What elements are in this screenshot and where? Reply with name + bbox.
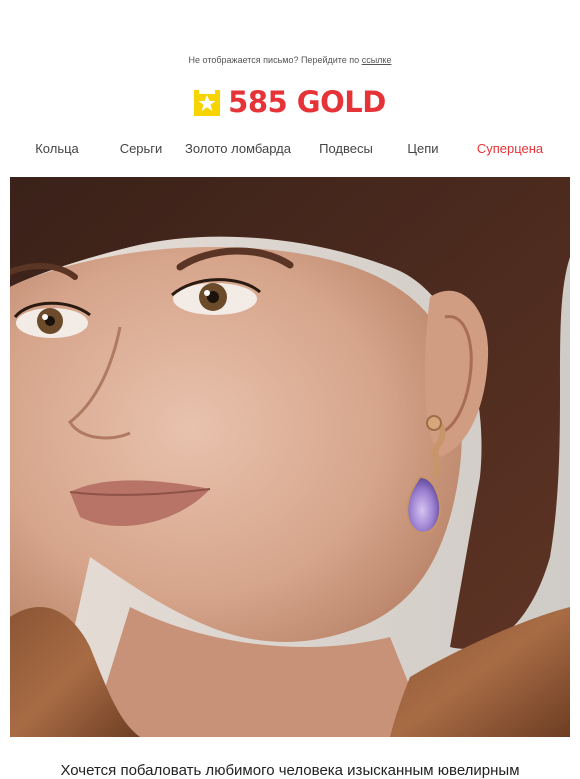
category-nav: Кольца Серьги Золото ломбарда Подвесы Це… xyxy=(0,141,580,161)
nav-item-pendants[interactable]: Подвесы xyxy=(319,141,373,156)
hero-image[interactable] xyxy=(10,177,570,737)
nav-item-rings[interactable]: Кольца xyxy=(35,141,79,156)
brand-logo[interactable]: 585 GOLD xyxy=(0,86,580,118)
nav-item-super-price[interactable]: Суперцена xyxy=(477,141,543,156)
nav-item-earrings[interactable]: Серьги xyxy=(120,141,163,156)
preheader-text: Не отображается письмо? Перейдите по xyxy=(188,55,360,65)
nav-item-chains[interactable]: Цепи xyxy=(407,141,438,156)
nav-item-pawnshop-gold[interactable]: Золото ломбарда xyxy=(185,141,291,156)
preheader: Не отображается письмо? Перейдите по ссы… xyxy=(0,55,580,65)
brand-name: 585 GOLD xyxy=(228,85,386,119)
intro-text: Хочется побаловать любимого человека изы… xyxy=(60,762,520,779)
star-bag-icon xyxy=(194,90,221,116)
web-version-link[interactable]: ссылке xyxy=(362,55,392,65)
